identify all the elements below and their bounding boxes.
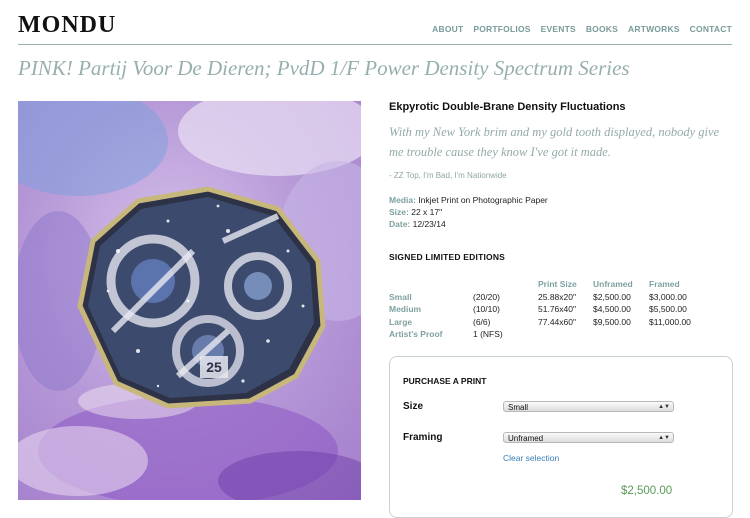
table-row: Medium (10/10) 51.76x40" $4,500.00 $5,50… bbox=[389, 303, 691, 316]
edition-label: Small bbox=[389, 291, 412, 302]
size-label: Size: bbox=[389, 207, 409, 217]
edition-framed: $3,000.00 bbox=[649, 291, 687, 302]
edition-count: (10/10) bbox=[473, 304, 500, 315]
svg-text:25: 25 bbox=[206, 359, 222, 375]
framing-select-value: Unframed bbox=[508, 434, 544, 443]
table-row: Artist's Proof 1 (NFS) bbox=[389, 328, 691, 341]
edition-size: 77.44x60" bbox=[538, 316, 576, 327]
size-select-value: Small bbox=[508, 403, 529, 412]
edition-framed: $5,500.00 bbox=[649, 304, 687, 315]
edition-framed: $11,000.00 bbox=[649, 316, 691, 327]
meta-date: Date: 12/23/14 bbox=[389, 218, 732, 230]
edition-label: Large bbox=[389, 316, 413, 327]
editions-header-blank bbox=[473, 278, 538, 291]
nav-events[interactable]: EVENTS bbox=[541, 24, 576, 34]
editions-table: Print Size Unframed Framed Small (20/20)… bbox=[389, 278, 691, 341]
edition-unframed: $4,500.00 bbox=[593, 304, 631, 315]
edition-unframed: $2,500.00 bbox=[593, 291, 631, 302]
artwork-meta: Media: Inkjet Print on Photographic Pape… bbox=[389, 194, 732, 230]
edition-count: (6/6) bbox=[473, 316, 491, 327]
edition-size bbox=[538, 328, 593, 341]
meta-size: Size: 22 x 17" bbox=[389, 206, 732, 218]
framing-select[interactable]: Unframed ▲▼ bbox=[503, 432, 674, 443]
editions-header-unframed: Unframed bbox=[593, 279, 633, 290]
select-arrows-icon: ▲▼ bbox=[658, 404, 670, 410]
purchase-panel: PURCHASE A PRINT Size Small ▲▼ Framing U… bbox=[389, 356, 733, 518]
table-row: Small (20/20) 25.88x20" $2,500.00 $3,000… bbox=[389, 291, 691, 304]
nav-artworks[interactable]: ARTWORKS bbox=[628, 24, 680, 34]
artwork-info: Ekpyrotic Double-Brane Density Fluctuati… bbox=[389, 101, 732, 262]
page-title: PINK! Partij Voor De Dieren; PvdD 1/F Po… bbox=[18, 56, 630, 80]
editions-header-framed: Framed bbox=[649, 279, 680, 290]
editions-header-row: Print Size Unframed Framed bbox=[389, 278, 691, 291]
edition-framed bbox=[649, 328, 691, 341]
edition-count: 1 (NFS) bbox=[473, 329, 503, 340]
nav-contact[interactable]: CONTACT bbox=[690, 24, 732, 34]
edition-unframed: $9,500.00 bbox=[593, 316, 631, 327]
editions-header-blank bbox=[389, 278, 473, 291]
edition-label: Medium bbox=[389, 304, 422, 315]
edition-count: (20/20) bbox=[473, 291, 500, 302]
artwork-quote: With my New York brim and my gold tooth … bbox=[389, 125, 720, 159]
date-label: Date: bbox=[389, 219, 411, 229]
nav-about[interactable]: ABOUT bbox=[432, 24, 463, 34]
editions-header-print-size: Print Size bbox=[538, 279, 577, 290]
size-field-label: Size bbox=[403, 401, 424, 412]
artwork-image[interactable]: 25 bbox=[18, 101, 361, 500]
size-value: 22 x 17" bbox=[411, 207, 443, 217]
edition-unframed bbox=[593, 328, 649, 341]
date-value: 12/23/14 bbox=[412, 219, 446, 229]
nav-books[interactable]: BOOKS bbox=[586, 24, 618, 34]
editions-heading: SIGNED LIMITED EDITIONS bbox=[389, 252, 506, 262]
site-logo[interactable]: MONDU bbox=[18, 12, 116, 39]
size-select[interactable]: Small ▲▼ bbox=[503, 401, 674, 412]
select-arrows-icon: ▲▼ bbox=[658, 435, 670, 441]
quote-attribution: - ZZ Top, I'm Bad, I'm Nationwide bbox=[389, 171, 507, 180]
media-label: Media: bbox=[389, 195, 416, 205]
media-value: Inkjet Print on Photographic Paper bbox=[418, 195, 548, 205]
table-row: Large (6/6) 77.44x60" $9,500.00 $11,000.… bbox=[389, 316, 691, 329]
selected-price: $2,500.00 bbox=[621, 485, 673, 497]
clear-selection-link[interactable]: Clear selection bbox=[503, 453, 559, 463]
edition-label: Artist's Proof bbox=[389, 329, 443, 340]
artwork-title: Ekpyrotic Double-Brane Density Fluctuati… bbox=[389, 101, 626, 113]
header-divider bbox=[18, 44, 732, 45]
nav-portfolios[interactable]: PORTFOLIOS bbox=[473, 24, 530, 34]
framing-field-label: Framing bbox=[403, 432, 443, 443]
edition-size: 51.76x40" bbox=[538, 304, 576, 315]
meta-media: Media: Inkjet Print on Photographic Pape… bbox=[389, 194, 732, 206]
main-nav: ABOUT PORTFOLIOS EVENTS BOOKS ARTWORKS C… bbox=[432, 24, 732, 34]
purchase-heading: PURCHASE A PRINT bbox=[403, 376, 487, 386]
edition-size: 25.88x20" bbox=[538, 291, 576, 302]
